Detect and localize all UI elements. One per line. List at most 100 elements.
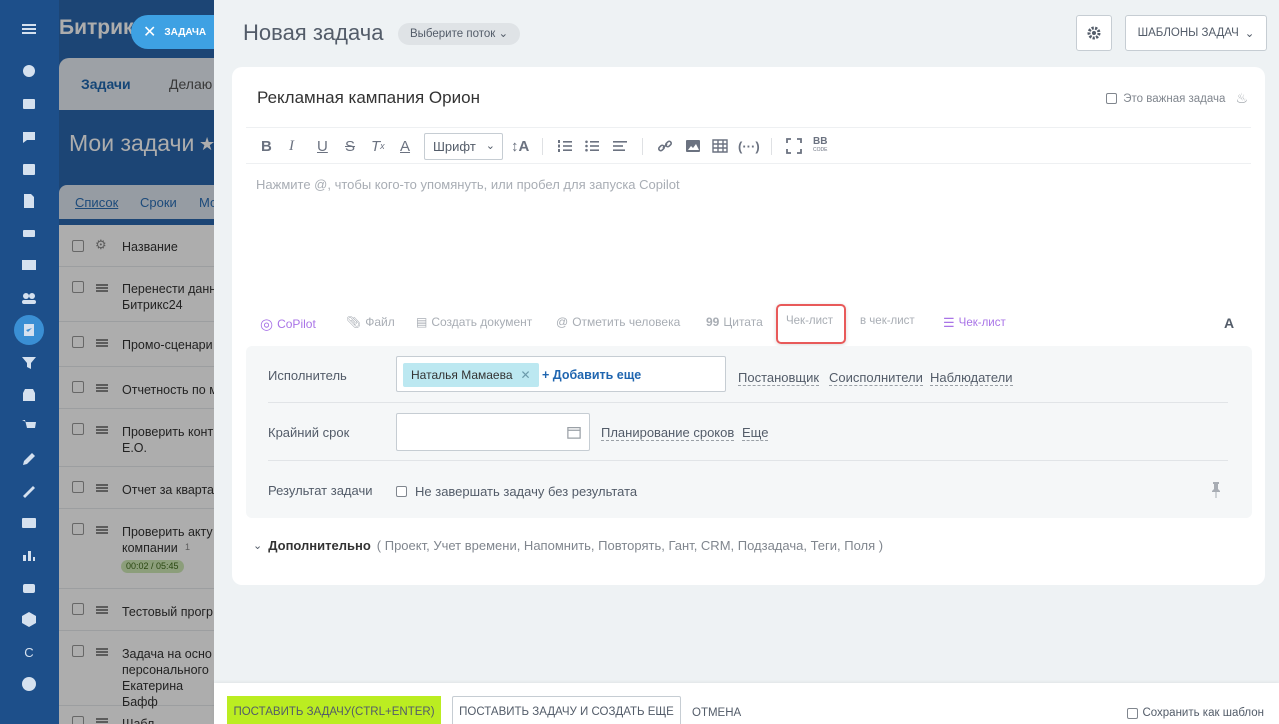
copilot-button[interactable]: ◎ CoPilot	[260, 315, 316, 333]
menu-icon[interactable]	[20, 20, 38, 38]
box-icon[interactable]	[20, 610, 38, 628]
table-icon[interactable]	[712, 136, 728, 156]
font-select-label: Шрифт	[433, 139, 476, 154]
create-task-button[interactable]: ПОСТАВИТЬ ЗАДАЧУ(CTRL+ENTER)	[227, 696, 441, 724]
chevron-down-icon: ⌄	[485, 140, 495, 152]
filter-icon[interactable]	[20, 354, 38, 372]
image-icon[interactable]	[685, 136, 701, 156]
important-toggle[interactable]: Это важная задача ♨	[1106, 90, 1248, 107]
drive-icon[interactable]	[20, 224, 38, 242]
sign-icon[interactable]	[20, 482, 38, 500]
divider	[268, 460, 1228, 461]
numbered-list-icon[interactable]	[557, 136, 573, 156]
additional-label: Дополнительно	[268, 538, 371, 553]
feed-icon[interactable]	[20, 62, 38, 80]
templates-button[interactable]: ШАБЛОНЫ ЗАДАЧ ⌄	[1125, 15, 1267, 51]
strikethrough-icon[interactable]: S	[345, 136, 355, 156]
chevron-down-icon[interactable]	[20, 675, 38, 693]
people-icon[interactable]	[20, 289, 38, 307]
fullscreen-icon[interactable]	[786, 136, 802, 156]
bbcode-label: BB	[813, 136, 828, 147]
document-icon[interactable]	[20, 192, 38, 210]
calendar-icon[interactable]	[567, 425, 581, 439]
assignee-label: Исполнитель	[268, 368, 347, 383]
modal-overlay[interactable]	[59, 0, 219, 724]
create-document-label: Создать документ	[431, 315, 533, 329]
coassignees-link[interactable]: Соисполнители	[829, 370, 923, 386]
task-title-input[interactable]: Рекламная кампания Орион	[257, 88, 480, 108]
additional-section[interactable]: ⌄ Дополнительно ( Проект, Учет времени, …	[253, 538, 883, 553]
flow-select[interactable]: Выберите поток ⌄	[398, 23, 521, 45]
checklist-button[interactable]: ☰ Чек-лист	[943, 315, 1006, 331]
slider-title: Новая задача	[243, 20, 384, 45]
require-result-option[interactable]: Не завершать задачу без результата	[396, 484, 637, 499]
add-assignee-link[interactable]: + Добавить еще	[542, 368, 641, 382]
calendar-icon[interactable]	[20, 160, 38, 178]
gear-icon	[1087, 26, 1101, 40]
clear-format-icon[interactable]: Tx	[371, 136, 385, 156]
deadline-input[interactable]	[396, 413, 590, 451]
mention-label: Отметить человека	[572, 315, 681, 329]
important-label: Это важная задача	[1123, 92, 1226, 105]
cart-icon[interactable]	[20, 417, 38, 435]
id-card-icon[interactable]	[20, 514, 38, 532]
pin-icon[interactable]	[1210, 481, 1222, 499]
observers-link[interactable]: Наблюдатели	[930, 370, 1013, 386]
chevron-down-icon: ⌄	[1244, 28, 1255, 40]
copilot-label: CoPilot	[277, 317, 316, 331]
assignee-field[interactable]: Наталья Мамаева ✕ + Добавить еще	[396, 356, 726, 392]
save-template-checkbox[interactable]	[1127, 707, 1139, 719]
quote-button[interactable]: 99 Цитата	[706, 315, 763, 329]
chat-icon[interactable]	[20, 128, 38, 146]
chevron-down-icon: ⌄	[498, 28, 509, 40]
bold-icon[interactable]: B	[261, 136, 272, 156]
new-task-slider: Новая задача Выберите поток ⌄ ШАБЛОНЫ ЗА…	[214, 0, 1279, 724]
close-slider-button[interactable]: ✕ ЗАДАЧА	[131, 15, 217, 49]
flame-icon: ♨	[1235, 90, 1248, 106]
edit-icon[interactable]	[20, 450, 38, 468]
description-editor[interactable]: Нажмите @, чтобы кого-то упомянуть, или …	[256, 177, 680, 192]
create-and-new-button[interactable]: ПОСТАВИТЬ ЗАДАЧУ И СОЗДАТЬ ЕЩЕ	[452, 696, 681, 724]
bbcode-icon[interactable]: BB CODE	[813, 136, 827, 156]
formatting-toggle[interactable]: A	[1224, 315, 1234, 331]
remove-icon[interactable]: ✕	[521, 363, 531, 387]
assignee-chip[interactable]: Наталья Мамаева ✕	[403, 363, 539, 387]
cancel-button[interactable]: ОТМЕНА	[692, 707, 741, 719]
planning-link[interactable]: Планирование сроков	[601, 425, 735, 441]
to-checklist-label: в чек-лист	[860, 315, 915, 327]
additional-items[interactable]: ( Проект, Учет времени, Напомнить, Повто…	[377, 538, 883, 553]
code-icon[interactable]: (···)	[738, 136, 760, 156]
mail-icon[interactable]	[20, 256, 38, 274]
to-checklist-button[interactable]: в чек-лист	[860, 315, 915, 327]
file-label: Файл	[365, 315, 395, 329]
tasks-icon[interactable]	[14, 315, 44, 345]
flow-select-label: Выберите поток	[410, 28, 496, 40]
create-document-button[interactable]: ▤ Создать документ	[416, 315, 532, 329]
file-button[interactable]: 📎︎ Файл	[346, 315, 395, 329]
shop-icon[interactable]	[20, 386, 38, 404]
require-result-checkbox[interactable]	[396, 486, 407, 497]
quote-label: Цитата	[723, 315, 763, 329]
save-template-label: Сохранить как шаблон	[1142, 707, 1264, 719]
underline-icon[interactable]: U	[317, 136, 328, 156]
align-icon[interactable]	[612, 136, 628, 156]
important-checkbox[interactable]	[1106, 93, 1118, 104]
chevron-down-icon: ⌄	[253, 540, 263, 552]
bulleted-list-icon[interactable]	[584, 136, 600, 156]
italic-icon[interactable]: I	[289, 136, 294, 156]
link-icon[interactable]	[657, 136, 673, 156]
c-icon[interactable]: C	[20, 643, 38, 661]
font-size-icon[interactable]: ↕A	[511, 136, 529, 156]
robot-icon[interactable]	[20, 578, 38, 596]
analytics-icon[interactable]	[20, 546, 38, 564]
settings-button[interactable]	[1076, 15, 1112, 51]
mention-button[interactable]: @ Отметить человека	[556, 315, 680, 329]
save-as-template-option[interactable]: Сохранить как шаблон	[1127, 707, 1264, 719]
inbox-icon[interactable]	[20, 95, 38, 113]
document-icon: ▤	[416, 315, 428, 329]
more-link[interactable]: Еще	[742, 425, 769, 441]
left-nav-rail: C	[0, 0, 59, 724]
text-color-icon[interactable]: A	[400, 136, 410, 156]
creator-link[interactable]: Постановщик	[738, 370, 820, 386]
font-select[interactable]: Шрифт ⌄	[424, 133, 503, 160]
